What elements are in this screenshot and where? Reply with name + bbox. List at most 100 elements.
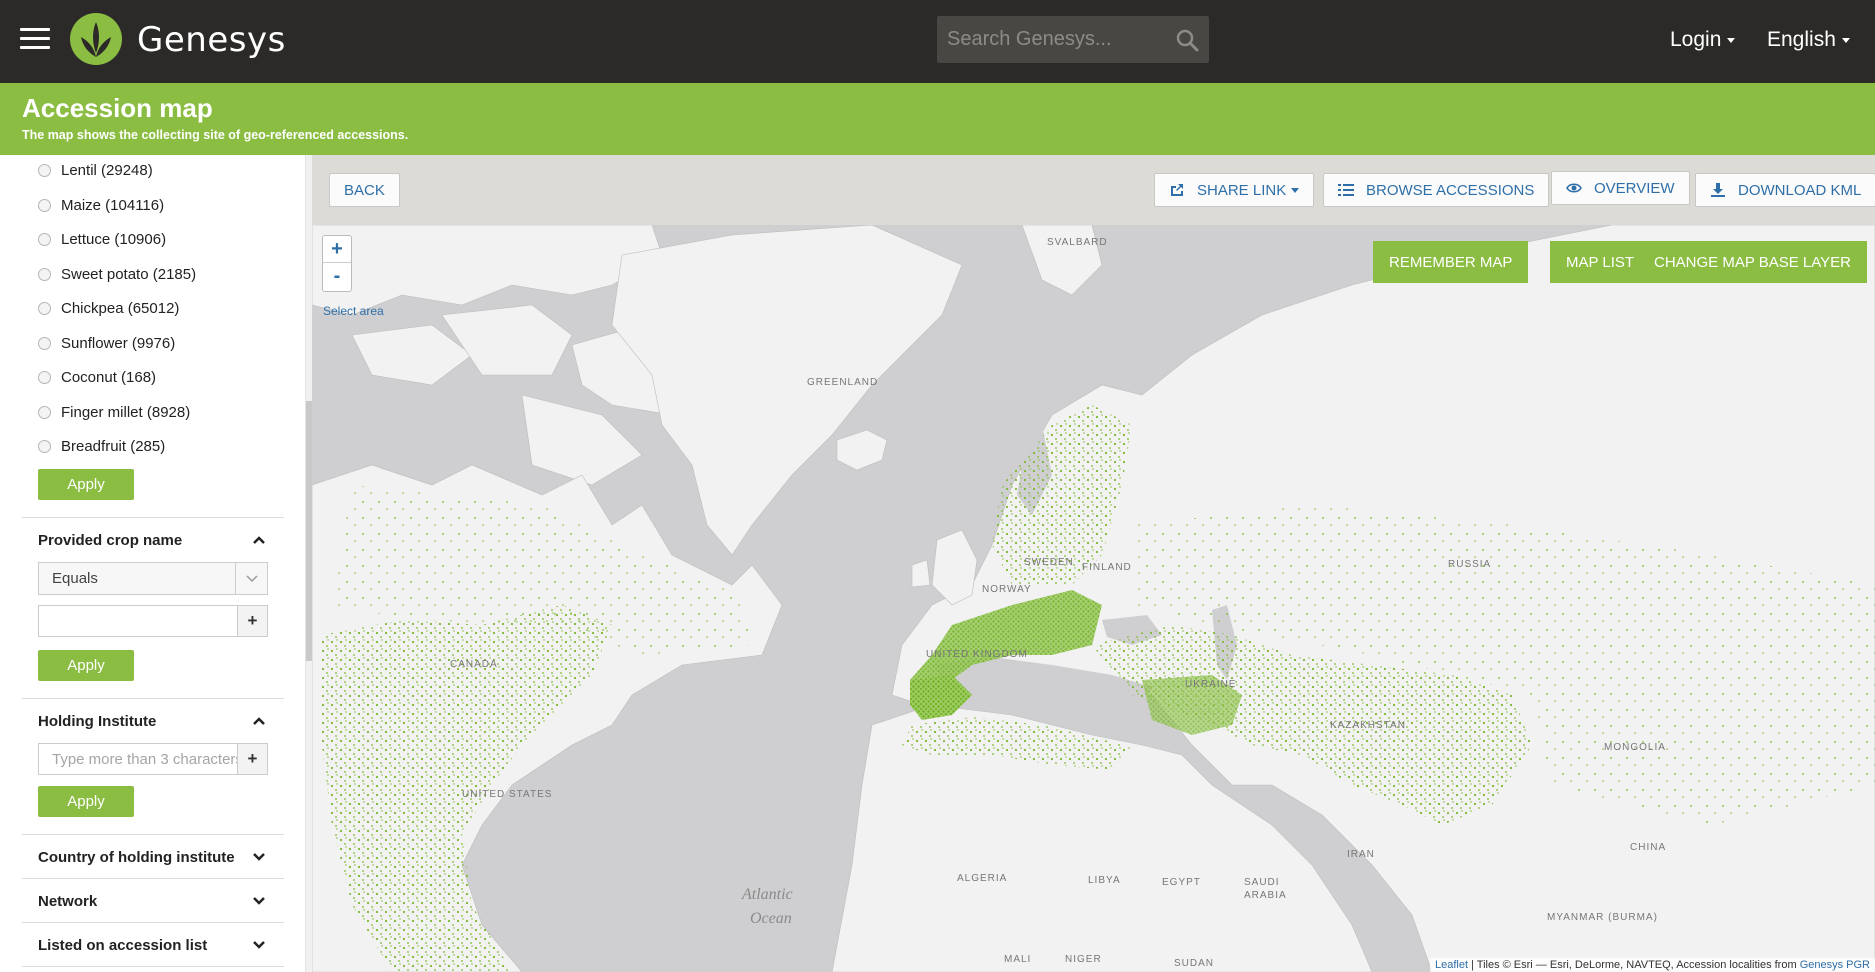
chevron-down-icon[interactable] [252,940,266,950]
overview-button[interactable]: OVERVIEW [1551,171,1690,205]
map-label-egypt: EGYPT [1162,877,1201,888]
crop-option[interactable]: Lentil (29248) [38,158,153,182]
institute-apply-button[interactable]: Apply [38,786,134,817]
map-toolbar: BACK SHARE LINK BROWSE ACCESSIONS OVERVI… [312,155,1875,225]
radio-button[interactable] [38,232,51,246]
caret-down-icon [1727,37,1736,43]
crop-option[interactable]: Sunflower (9976) [38,331,175,355]
chevron-down-icon[interactable] [252,852,266,862]
chevron-up-icon[interactable] [252,716,266,726]
brand-name[interactable]: Genesys [137,20,286,60]
map-label-ukraine: UKRAINE [1185,679,1236,690]
search-box [937,16,1209,63]
genesys-logo-icon[interactable] [70,13,122,65]
crop-option[interactable]: Breadfruit (285) [38,434,165,458]
zoom-in-button[interactable]: + [323,236,351,263]
land-iceland [836,429,888,471]
browse-accessions-label: BROWSE ACCESSIONS [1366,181,1535,199]
filter-sidebar: Lentil (29248) Maize (104116) Lettuce (1… [0,155,306,972]
change-base-layer-button[interactable]: CHANGE MAP BASE LAYER [1638,241,1868,283]
map-label-sudan: SUDAN [1174,958,1214,969]
radio-button[interactable] [38,370,51,384]
provided-crop-name-header[interactable]: Provided crop name [38,532,182,549]
caret-down-icon [1841,37,1850,43]
download-kml-button[interactable]: DOWNLOAD KML [1695,173,1875,207]
match-type-value: Equals [52,570,98,587]
radio-button[interactable] [38,336,51,350]
holding-institute-header[interactable]: Holding Institute [38,713,156,730]
radio-button[interactable] [38,198,51,212]
login-dropdown[interactable]: Login [1670,28,1736,52]
radio-button[interactable] [38,439,51,453]
map-label-united-states: UNITED STATES [462,789,552,800]
leaflet-link[interactable]: Leaflet [1435,959,1468,971]
radio-button[interactable] [38,405,51,419]
share-icon [1171,184,1183,196]
login-label: Login [1670,28,1722,51]
remember-map-button[interactable]: REMEMBER MAP [1373,241,1529,283]
share-link-button[interactable]: SHARE LINK [1154,173,1315,207]
crop-option-label: Chickpea (65012) [61,299,180,317]
menu-icon[interactable] [20,28,50,50]
select-area-link[interactable]: Select area [323,304,384,318]
map-label-mongolia: MONGOLIA [1604,742,1666,753]
network-header[interactable]: Network [38,893,97,910]
add-crop-name-button[interactable]: + [237,605,268,637]
search-input[interactable] [937,16,1167,63]
crop-option[interactable]: Lettuce (10906) [38,227,166,251]
zoom-out-button[interactable]: - [323,263,351,290]
map-label-svalbard: SVALBARD [1047,237,1108,248]
page-title: Accession map [22,93,213,123]
divider [22,698,284,699]
crop-apply-button[interactable]: Apply [38,469,134,500]
radio-button[interactable] [38,163,51,177]
map-label-atlantic: Atlantic [741,886,793,903]
overview-label: OVERVIEW [1594,179,1675,197]
map-label-algeria: ALGERIA [957,873,1007,884]
accession-map[interactable]: SVALBARD GREENLAND CANADA UNITED STATES … [312,225,1875,972]
map-label-russia: RUSSIA [1448,559,1491,570]
map-label-iran: IRAN [1347,849,1375,860]
map-label-arabia: ARABIA [1244,890,1287,901]
crop-option[interactable]: Chickpea (65012) [38,296,179,320]
holding-institute-input[interactable] [38,743,238,775]
add-institute-button[interactable]: + [237,743,268,775]
divider [22,922,284,923]
map-label-greenland: GREENLAND [807,377,878,388]
crop-name-input[interactable] [38,605,238,637]
crop-name-apply-button[interactable]: Apply [38,650,134,681]
divider [22,517,284,518]
country-of-holding-institute-header[interactable]: Country of holding institute [38,849,235,866]
crop-option[interactable]: Coconut (168) [38,365,156,389]
browse-accessions-button[interactable]: BROWSE ACCESSIONS [1323,173,1550,207]
chevron-up-icon[interactable] [252,535,266,545]
zoom-control: + - [322,235,352,292]
radio-button[interactable] [38,267,51,281]
search-icon[interactable] [1175,28,1199,52]
share-link-label: SHARE LINK [1197,181,1287,199]
crop-option[interactable]: Maize (104116) [38,193,164,217]
match-type-select[interactable]: Equals [38,562,268,595]
map-label-niger: NIGER [1065,954,1102,965]
map-canvas[interactable]: SVALBARD GREENLAND CANADA UNITED STATES … [312,225,1875,972]
crop-option[interactable]: Sweet potato (2185) [38,262,196,286]
genesys-pgr-link[interactable]: Genesys PGR [1800,959,1870,971]
eye-icon [1566,183,1582,193]
map-list-button[interactable]: MAP LIST [1550,241,1651,283]
divider [22,834,284,835]
crop-option-label: Breadfruit (285) [61,437,166,455]
download-icon [1711,183,1725,197]
accession-list-header[interactable]: Listed on accession list [38,937,207,954]
map-label-kazakhstan: KAZAKHSTAN [1330,720,1406,731]
top-navbar: Genesys Login English [0,0,1875,83]
map-label-sweden: SWEDEN [1024,557,1074,568]
crop-option-label: Sweet potato (2185) [61,265,197,283]
back-button[interactable]: BACK [329,173,400,207]
chevron-down-icon[interactable] [252,896,266,906]
radio-button[interactable] [38,301,51,315]
crop-option[interactable]: Finger millet (8928) [38,400,190,424]
map-label-united-kingdom: UNITED KINGDOM [926,649,1028,660]
caret-down-icon [1291,187,1300,193]
land-greenland [611,225,963,556]
language-dropdown[interactable]: English [1767,28,1850,52]
